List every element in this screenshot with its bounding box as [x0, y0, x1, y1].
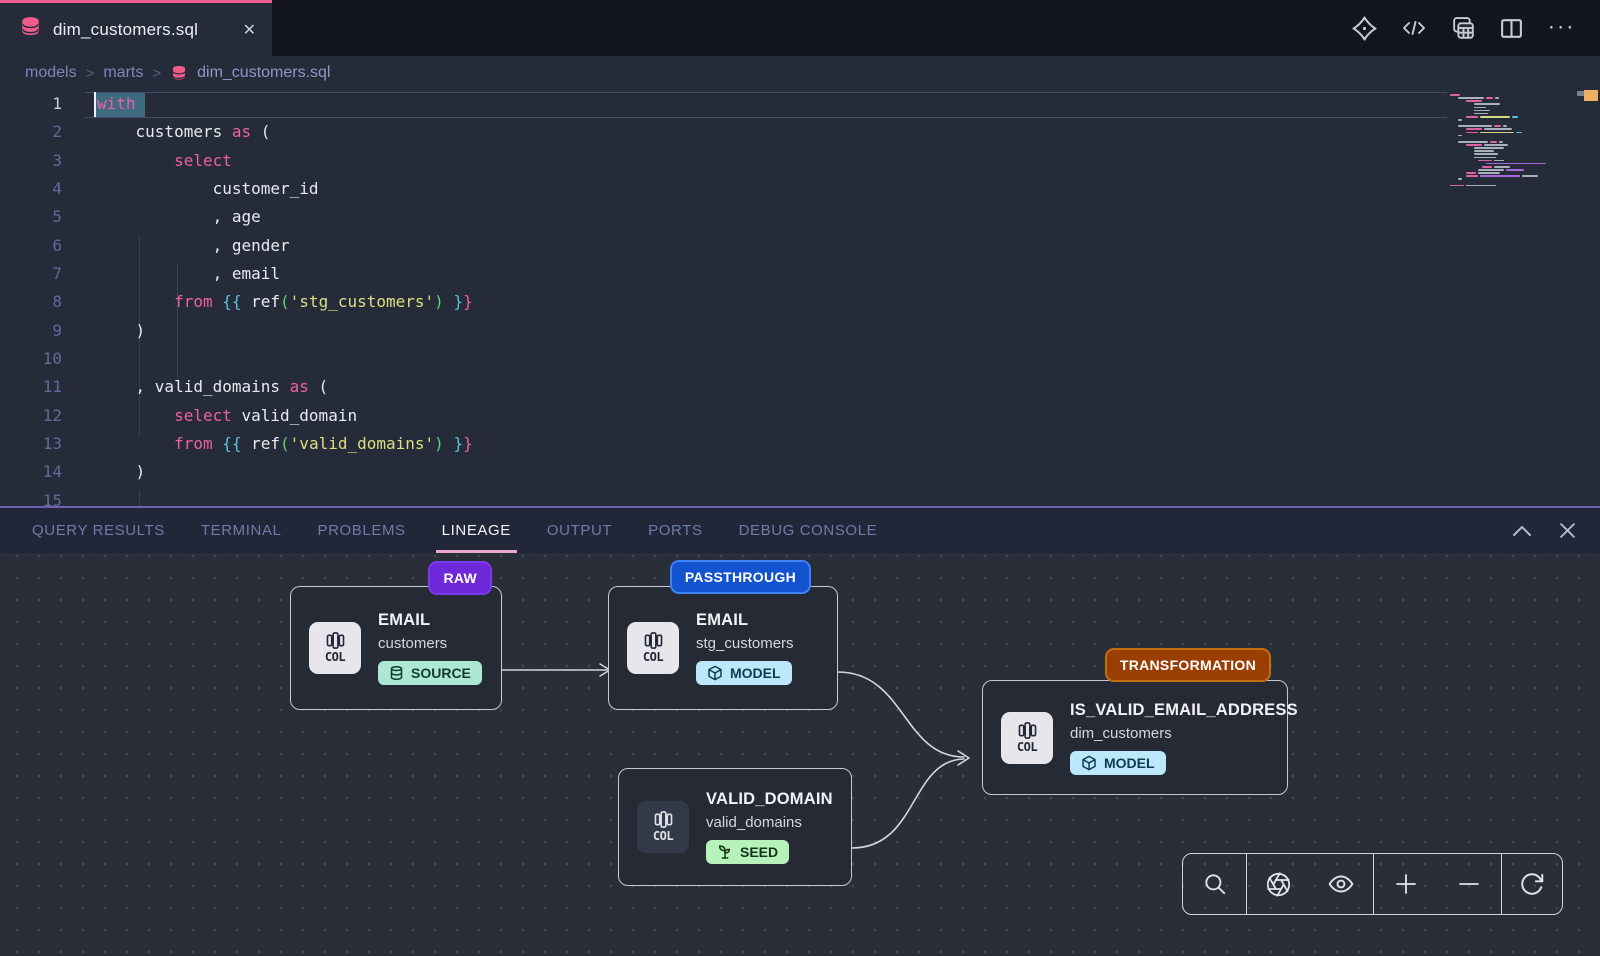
chevron-up-icon[interactable]: [1511, 524, 1533, 538]
tab-terminal[interactable]: TERMINAL: [201, 508, 282, 553]
aperture-icon[interactable]: [1265, 871, 1292, 898]
tab-query-results[interactable]: QUERY RESULTS: [32, 508, 165, 553]
lineage-node-customers[interactable]: RAW COL EMAIL customers SOURCE: [290, 586, 502, 710]
model-tag: MODEL: [696, 661, 792, 685]
col-chip-label: COL: [1017, 740, 1037, 754]
node-subtitle: dim_customers: [1070, 725, 1172, 742]
dbt-logo-icon[interactable]: [1351, 15, 1378, 42]
tab-problems[interactable]: PROBLEMS: [318, 508, 406, 553]
node-subtitle: customers: [378, 635, 447, 652]
tab-title: dim_customers.sql: [53, 20, 231, 40]
col-chip-label: COL: [653, 829, 673, 843]
tab-dim-customers[interactable]: dim_customers.sql ✕: [0, 0, 272, 56]
column-chip: COL: [1001, 712, 1053, 764]
node-subtitle: stg_customers: [696, 635, 794, 652]
seed-tag: SEED: [706, 840, 789, 864]
node-title: EMAIL: [378, 611, 430, 630]
lineage-node-stg-customers[interactable]: PASSTHROUGH COL EMAIL stg_customers MODE…: [608, 586, 838, 710]
code-lines: with customers as ( select customer_id ,…: [97, 90, 1600, 506]
table-copy-icon[interactable]: [1450, 15, 1477, 42]
tab-bar: dim_customers.sql ✕: [0, 0, 1600, 56]
more-icon[interactable]: ···: [1546, 18, 1574, 38]
panel-tab-bar: QUERY RESULTS TERMINAL PROBLEMS LINEAGE …: [0, 506, 1600, 553]
lineage-node-valid-domains[interactable]: COL VALID_DOMAIN valid_domains SEED: [618, 768, 852, 886]
node-title: VALID_DOMAIN: [706, 790, 833, 809]
breadcrumb: models > marts > dim_customers.sql: [0, 56, 1600, 90]
eye-icon[interactable]: [1327, 871, 1355, 897]
text-cursor: [94, 92, 96, 117]
chevron-right-icon: >: [152, 65, 161, 82]
lineage-toolbar: [1182, 853, 1563, 915]
code-editor[interactable]: 123456789101112131415 with customers as …: [0, 90, 1600, 506]
refresh-icon[interactable]: [1519, 871, 1545, 897]
breadcrumb-marts[interactable]: marts: [103, 64, 143, 82]
chevron-right-icon: >: [86, 65, 95, 82]
split-editor-icon[interactable]: [1499, 16, 1524, 41]
col-chip-label: COL: [643, 650, 663, 664]
column-chip: COL: [637, 801, 689, 853]
breadcrumb-models[interactable]: models: [25, 64, 77, 82]
zoom-out-icon[interactable]: [1457, 872, 1481, 896]
cube-icon: [1081, 755, 1097, 771]
column-chip: COL: [627, 622, 679, 674]
badge-passthrough: PASSTHROUGH: [670, 560, 811, 594]
lineage-canvas[interactable]: RAW COL EMAIL customers SOURCE PASSTHROU…: [0, 553, 1600, 956]
badge-transformation: TRANSFORMATION: [1105, 648, 1271, 682]
node-title: IS_VALID_EMAIL_ADDRESS: [1070, 701, 1298, 720]
source-tag: SOURCE: [378, 661, 482, 685]
col-chip-label: COL: [325, 650, 345, 664]
badge-raw: RAW: [428, 561, 492, 595]
panel-actions: [1511, 508, 1576, 553]
cube-icon: [707, 665, 723, 681]
line-numbers: 123456789101112131415: [0, 90, 85, 506]
database-icon: [20, 16, 41, 43]
node-title: EMAIL: [696, 611, 748, 630]
database-icon: [389, 665, 404, 681]
close-icon[interactable]: [1559, 522, 1576, 539]
model-tag: MODEL: [1070, 751, 1166, 775]
tab-close-icon[interactable]: ✕: [243, 20, 256, 40]
editor-actions: ···: [1351, 0, 1574, 56]
column-chip: COL: [309, 622, 361, 674]
tab-output[interactable]: OUTPUT: [547, 508, 612, 553]
code-icon[interactable]: [1400, 16, 1428, 40]
node-subtitle: valid_domains: [706, 814, 802, 831]
tab-lineage[interactable]: LINEAGE: [442, 508, 511, 553]
search-icon[interactable]: [1202, 871, 1228, 897]
seedling-icon: [717, 844, 733, 860]
zoom-in-icon[interactable]: [1394, 872, 1418, 896]
ide-window: dim_customers.sql ✕: [0, 0, 1600, 956]
database-icon: [170, 64, 188, 83]
breadcrumb-file[interactable]: dim_customers.sql: [197, 64, 330, 82]
lineage-node-dim-customers[interactable]: TRANSFORMATION COL IS_VALID_EMAIL_ADDRES…: [982, 680, 1288, 795]
tab-debug-console[interactable]: DEBUG CONSOLE: [739, 508, 878, 553]
tab-ports[interactable]: PORTS: [648, 508, 702, 553]
